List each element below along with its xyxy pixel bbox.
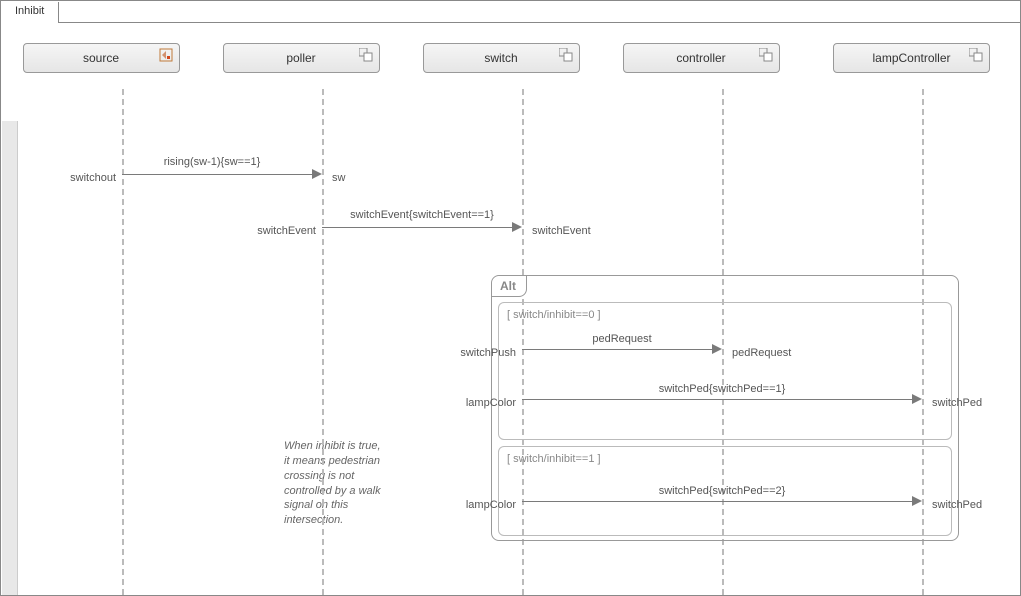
message-pedrequest-from: switchPush <box>442 347 516 359</box>
left-gutter <box>2 121 18 596</box>
lifeline-lampcontroller-label: lampController <box>872 51 950 65</box>
message-pedrequest-to: pedRequest <box>732 347 791 359</box>
lifelines-header: source poller switch controller lampCont… <box>1 23 1020 87</box>
message-switchped1-to: switchPed <box>932 397 982 409</box>
block-icon <box>359 48 373 62</box>
lifeline-source-label: source <box>83 51 119 65</box>
message-pedrequest-label: pedRequest <box>592 333 651 345</box>
lifeline-source[interactable]: source <box>23 43 180 73</box>
message-switchevent-label: switchEvent{switchEvent==1} <box>350 209 494 221</box>
lifeline-switch-label: switch <box>484 51 517 65</box>
message-switchped1-from: lampColor <box>442 397 516 409</box>
lifeline-lampcontroller[interactable]: lampController <box>833 43 990 73</box>
message-switchped2-from: lampColor <box>442 499 516 511</box>
block-icon <box>969 48 983 62</box>
tab-inhibit[interactable]: Inhibit <box>1 2 59 23</box>
message-switchevent-to: switchEvent <box>532 225 591 237</box>
message-rising-from: switchout <box>52 172 116 184</box>
block-icon <box>559 48 573 62</box>
message-rising-label: rising(sw-1){sw==1} <box>164 156 261 168</box>
message-switchevent-from: switchEvent <box>242 225 316 237</box>
message-switchped2-label: switchPed{switchPed==2} <box>659 485 786 497</box>
tab-bar: Inhibit <box>1 1 1020 23</box>
message-rising-to: sw <box>332 172 345 184</box>
diagram-frame: Inhibit source poller switch controller … <box>0 0 1021 596</box>
source-icon <box>159 48 173 62</box>
lifeline-controller[interactable]: controller <box>623 43 780 73</box>
block-icon <box>759 48 773 62</box>
message-switchped2-to: switchPed <box>932 499 982 511</box>
lifeline-controller-label: controller <box>676 51 725 65</box>
lifeline-dash-poller <box>322 89 324 595</box>
alt-guard-1: [ switch/inhibit==1 ] <box>507 453 601 465</box>
alt-guard-0: [ switch/inhibit==0 ] <box>507 309 601 321</box>
note-inhibit: When inhibit is true, it means pedestria… <box>284 439 384 528</box>
alt-region-0: [ switch/inhibit==0 ] <box>498 302 952 440</box>
alt-title: Alt <box>492 276 527 297</box>
lifeline-dash-source <box>122 89 124 595</box>
lifeline-poller-label: poller <box>286 51 315 65</box>
lifeline-switch[interactable]: switch <box>423 43 580 73</box>
message-switchped1-label: switchPed{switchPed==1} <box>659 383 786 395</box>
lifeline-poller[interactable]: poller <box>223 43 380 73</box>
